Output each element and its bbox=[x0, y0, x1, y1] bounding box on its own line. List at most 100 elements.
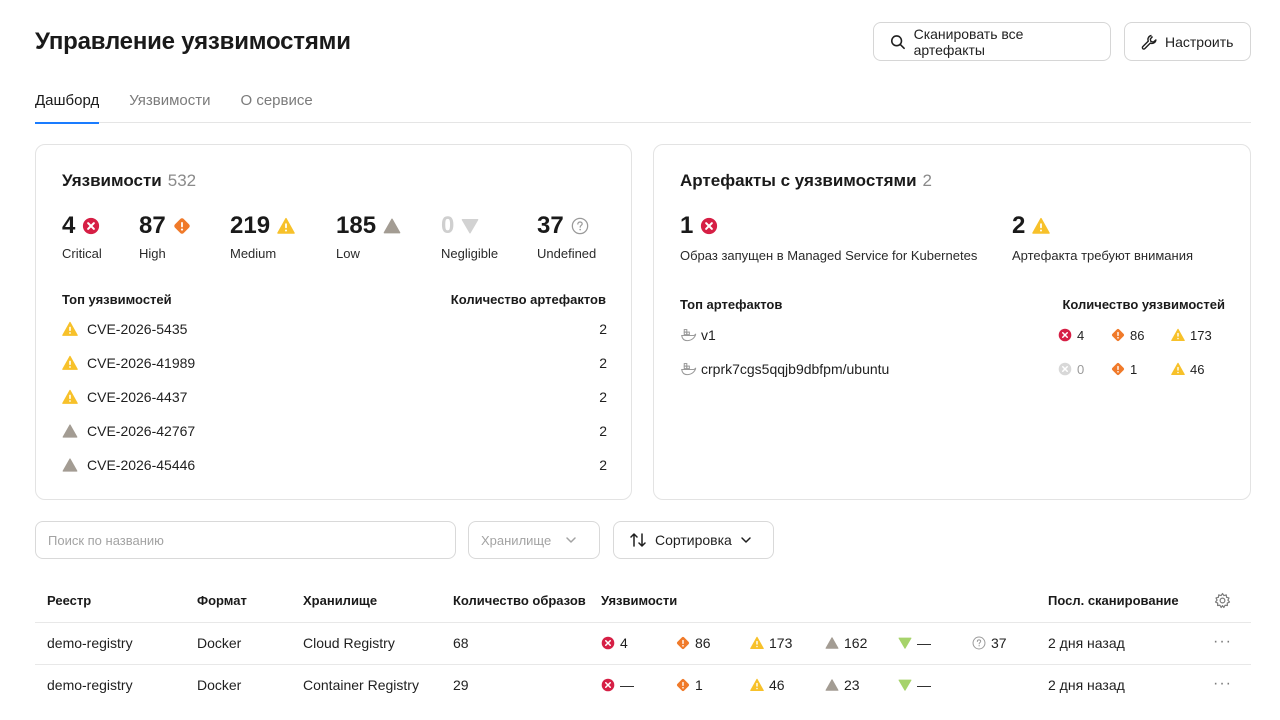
medium-icon bbox=[750, 678, 764, 692]
configure-button[interactable]: Настроить bbox=[1124, 22, 1251, 61]
cell-storage: Cloud Registry bbox=[303, 635, 395, 651]
list-item[interactable]: CVE-2026-45446 2 bbox=[62, 457, 607, 473]
medium-icon bbox=[62, 355, 78, 371]
cell-last-scan: 2 дня назад bbox=[1048, 635, 1125, 651]
cell-images: 68 bbox=[453, 635, 469, 651]
list-item[interactable]: CVE-2026-42767 2 bbox=[62, 423, 607, 439]
artifacts-total: 2 bbox=[922, 171, 933, 190]
high-icon bbox=[1111, 328, 1125, 342]
search-icon bbox=[890, 34, 905, 49]
stat-running-images[interactable]: 1 Образ запущен в Managed Service for Ku… bbox=[680, 212, 977, 263]
vulnerabilities-card: Уязвимости 532 4 Critical 87 High 219 Med… bbox=[35, 144, 632, 500]
divider bbox=[35, 664, 1251, 665]
list-item[interactable]: crprk7cgs5qqjb9dbfpm/ubuntu 0 1 46 bbox=[680, 359, 1225, 379]
critical-icon bbox=[1058, 328, 1072, 342]
tabs: Дашборд Уязвимости О сервисе bbox=[35, 92, 1251, 124]
row-actions-button[interactable]: ··· bbox=[1213, 633, 1232, 651]
stat-low-label: Low bbox=[336, 246, 360, 261]
stat-high[interactable]: 87 High bbox=[139, 212, 191, 261]
cve-count: 2 bbox=[599, 457, 607, 473]
tab-vulnerabilities[interactable]: Уязвимости bbox=[129, 92, 210, 123]
search-input[interactable] bbox=[35, 521, 456, 559]
sort-button[interactable]: Сортировка bbox=[613, 521, 774, 559]
negligible-icon bbox=[461, 217, 479, 235]
list-item[interactable]: CVE-2026-4437 2 bbox=[62, 389, 607, 405]
column-header-images[interactable]: Количество образов bbox=[453, 593, 586, 608]
low-value: 162 bbox=[844, 635, 868, 651]
wrench-icon bbox=[1141, 34, 1157, 50]
high-count-value: 1 bbox=[1130, 361, 1138, 377]
cell-low: 162 bbox=[825, 635, 867, 651]
high-icon bbox=[676, 636, 690, 650]
artifact-name: v1 bbox=[701, 327, 716, 343]
scan-all-label: Сканировать все артефакты bbox=[913, 25, 1024, 58]
cve-id: CVE-2026-4437 bbox=[87, 389, 188, 405]
critical-value: — bbox=[620, 677, 634, 693]
negligible-icon bbox=[898, 636, 912, 650]
critical-icon bbox=[700, 217, 718, 235]
storage-select[interactable]: Хранилище bbox=[468, 521, 600, 559]
column-header-storage[interactable]: Хранилище bbox=[303, 593, 377, 608]
low-icon bbox=[825, 636, 839, 650]
stat-attention[interactable]: 2 Артефакта требуют внимания bbox=[1012, 212, 1193, 263]
cve-id: CVE-2026-5435 bbox=[87, 321, 188, 337]
column-header-registry[interactable]: Реестр bbox=[47, 593, 91, 608]
list-item[interactable]: CVE-2026-5435 2 bbox=[62, 321, 607, 337]
column-header-last-scan[interactable]: Посл. сканирование bbox=[1048, 593, 1179, 608]
stat-negligible[interactable]: 0 Negligible bbox=[441, 212, 498, 261]
page-title: Управление уязвимостями bbox=[35, 28, 351, 55]
column-header-format[interactable]: Формат bbox=[197, 593, 247, 608]
stat-undefined-label: Undefined bbox=[537, 246, 597, 261]
stat-low-value: 185 bbox=[336, 212, 377, 239]
critical-count: 4 bbox=[1058, 328, 1111, 343]
docker-icon bbox=[680, 361, 697, 378]
column-header-vulnerabilities[interactable]: Уязвимости bbox=[601, 593, 677, 608]
sort-label: Сортировка bbox=[655, 532, 732, 548]
low-icon bbox=[62, 457, 78, 473]
low-icon bbox=[383, 217, 401, 235]
stat-undefined[interactable]: 37 Undefined bbox=[537, 212, 596, 261]
tab-dashboard[interactable]: Дашборд bbox=[35, 92, 100, 124]
chevron-down-icon bbox=[566, 537, 576, 543]
stat-low[interactable]: 185 Low bbox=[336, 212, 401, 261]
cell-medium: 46 bbox=[750, 677, 785, 693]
cell-storage: Container Registry bbox=[303, 677, 419, 693]
stat-medium[interactable]: 219 Medium bbox=[230, 212, 295, 261]
cell-format: Docker bbox=[197, 677, 242, 693]
medium-icon bbox=[750, 636, 764, 650]
stat-critical-label: Critical bbox=[62, 246, 102, 261]
critical-icon bbox=[601, 678, 615, 692]
stat-critical[interactable]: 4 Critical bbox=[62, 212, 102, 261]
stat-medium-label: Medium bbox=[230, 246, 277, 261]
stat-running-value: 1 bbox=[680, 212, 694, 239]
gear-icon[interactable] bbox=[1214, 592, 1231, 609]
tab-about[interactable]: О сервисе bbox=[241, 92, 313, 123]
cve-count: 2 bbox=[599, 423, 607, 439]
stat-negligible-value: 0 bbox=[441, 212, 455, 239]
docker-icon bbox=[680, 327, 697, 344]
cve-count: 2 bbox=[599, 389, 607, 405]
scan-all-button[interactable]: Сканировать все артефакты bbox=[873, 22, 1111, 61]
high-count: 86 bbox=[1111, 328, 1171, 343]
artifacts-card: Артефакты с уязвимостями 2 1 Образ запуще… bbox=[653, 144, 1251, 500]
list-item[interactable]: v1 4 86 173 bbox=[680, 325, 1225, 345]
row-actions-button[interactable]: ··· bbox=[1213, 675, 1232, 693]
critical-count-value: 0 bbox=[1077, 361, 1085, 377]
cell-format: Docker bbox=[197, 635, 242, 651]
sort-icon bbox=[630, 533, 646, 547]
cve-id: CVE-2026-42767 bbox=[87, 423, 196, 439]
stat-attention-label: Артефакта требуют внимания bbox=[1012, 248, 1194, 263]
top-artifacts-header: Топ артефактов bbox=[680, 297, 783, 312]
top-vulns-header: Топ уязвимостей bbox=[62, 292, 172, 307]
medium-icon bbox=[1171, 362, 1185, 376]
cell-critical: — bbox=[601, 677, 634, 693]
list-item[interactable]: CVE-2026-41989 2 bbox=[62, 355, 607, 371]
medium-icon bbox=[62, 321, 78, 337]
cell-critical: 4 bbox=[601, 635, 628, 651]
storage-select-label: Хранилище bbox=[481, 532, 552, 548]
critical-icon bbox=[601, 636, 615, 650]
medium-value: 173 bbox=[769, 635, 793, 651]
cell-negligible: — bbox=[898, 677, 931, 693]
stat-undefined-value: 37 bbox=[537, 212, 564, 239]
medium-icon bbox=[62, 389, 78, 405]
